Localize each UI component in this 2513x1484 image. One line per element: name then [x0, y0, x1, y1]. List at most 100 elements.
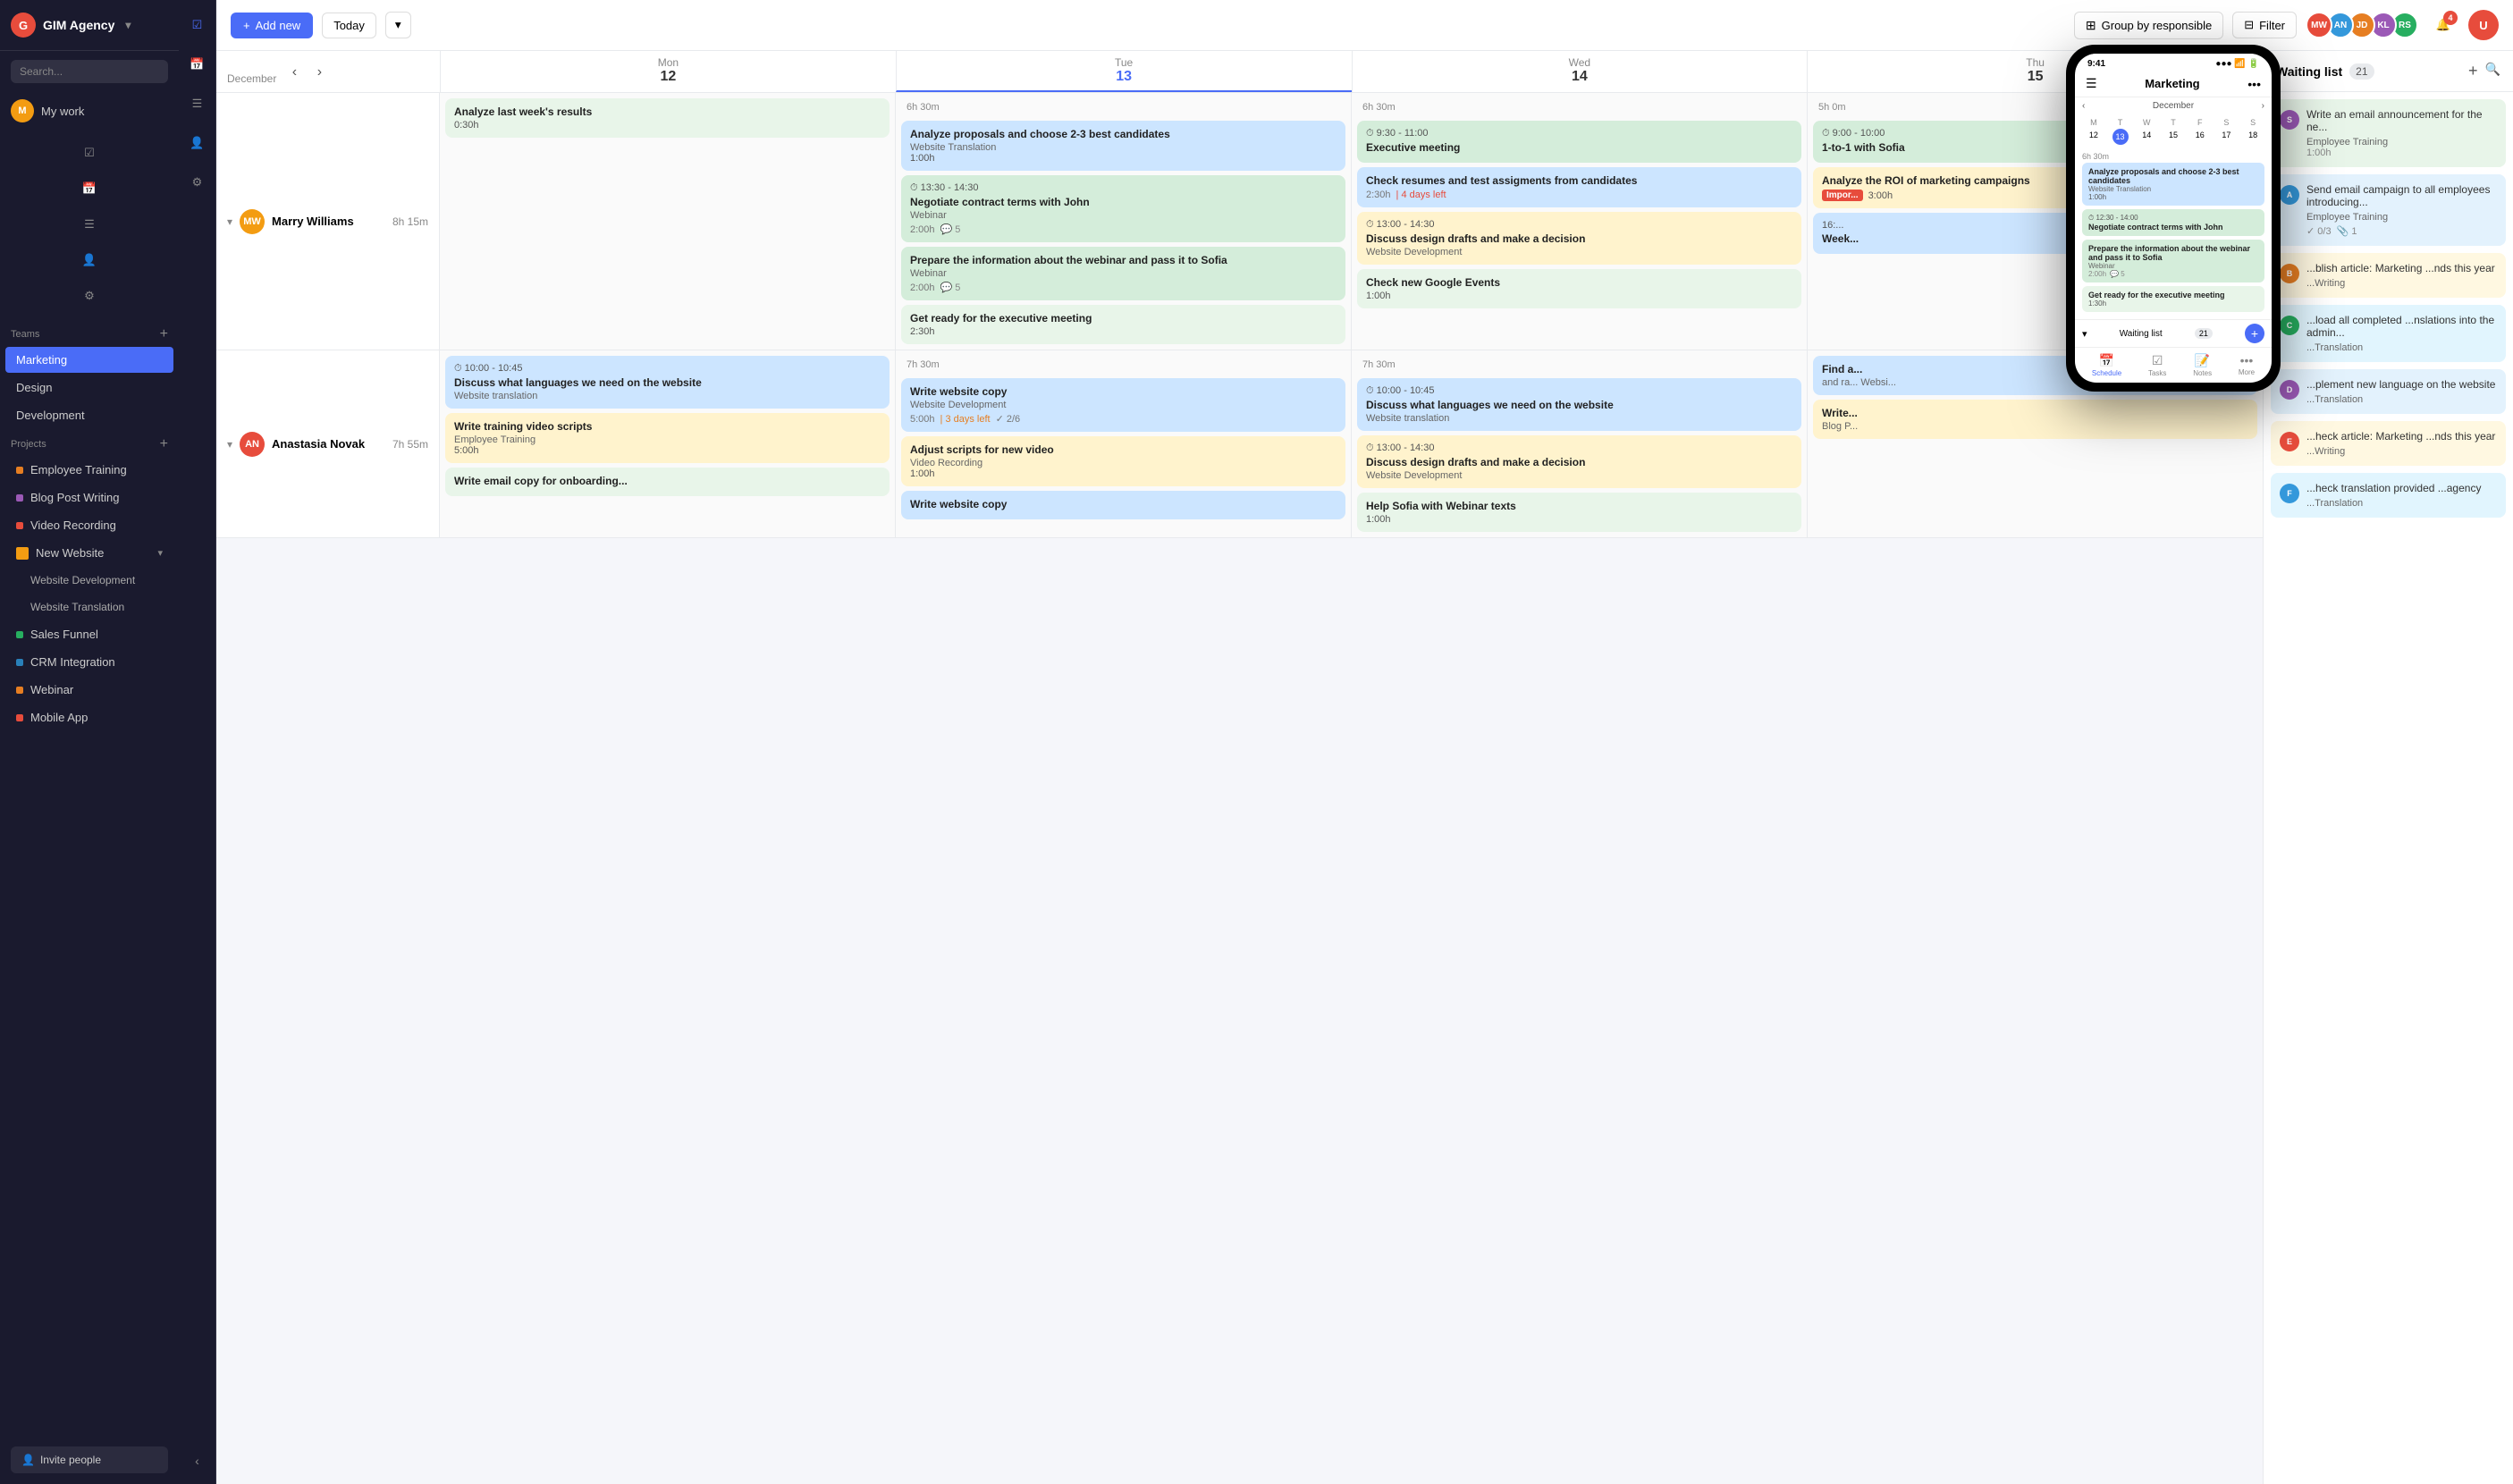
phone-add-btn[interactable]: + — [2245, 324, 2264, 343]
ph-date-17[interactable]: 17 — [2214, 129, 2240, 145]
checks-meta: ✓ 0/3 — [2306, 225, 2332, 237]
check-icon-btn[interactable]: ☑ — [72, 137, 107, 169]
add-new-button[interactable]: + Add new — [231, 13, 313, 38]
sidebar-item-design[interactable]: Design — [5, 375, 173, 401]
task-analyze-results[interactable]: Analyze last week's results 0:30h — [445, 98, 890, 138]
settings-icon-btn[interactable]: ⚙ — [72, 280, 107, 312]
marry-name: Marry Williams — [272, 215, 354, 228]
sidebar-item-new-website[interactable]: New Website ▾ — [5, 540, 173, 566]
sidebar-item-website-trans[interactable]: Website Translation — [5, 594, 173, 620]
phone-more-icon[interactable]: ••• — [2247, 77, 2261, 91]
task-negotiate[interactable]: ⏱ 13:30 - 14:30 Negotiate contract terms… — [901, 175, 1345, 242]
phone-cal-next[interactable]: › — [2262, 101, 2264, 111]
phone-nav-notes[interactable]: 📝 Notes — [2193, 353, 2212, 377]
task-write-training-scripts[interactable]: Write training video scripts Employee Tr… — [445, 413, 890, 463]
right-check-btn[interactable]: ☑ — [180, 9, 215, 41]
sidebar-item-mobile-app[interactable]: Mobile App — [5, 704, 173, 730]
task-executive-meeting[interactable]: ⏱ 9:30 - 11:00 Executive meeting — [1357, 121, 1801, 163]
phone-nav-schedule[interactable]: 📅 Schedule — [2092, 353, 2121, 377]
right-gear-btn[interactable]: ⚙ — [180, 166, 215, 198]
phone-task-4[interactable]: Get ready for the executive meeting 1:30… — [2082, 286, 2264, 312]
add-team-btn[interactable]: + — [160, 326, 168, 342]
task-write-email-copy[interactable]: Write email copy for onboarding... — [445, 468, 890, 496]
notification-button[interactable]: 🔔 4 — [2427, 9, 2459, 41]
right-cal-btn[interactable]: 📅 — [180, 48, 215, 80]
waiting-list-header: Waiting list 21 + 🔍 — [2264, 51, 2513, 92]
avatar-1[interactable]: MW — [2306, 12, 2332, 38]
right-list-btn[interactable]: ☰ — [180, 88, 215, 120]
group-by-button[interactable]: ⊞ Group by responsible — [2074, 12, 2223, 39]
waiting-card-7[interactable]: F ...heck translation provided ...agency… — [2271, 473, 2506, 518]
ph-date-13[interactable]: 13 — [2112, 129, 2129, 145]
task-adjust-scripts[interactable]: Adjust scripts for new video Video Recor… — [901, 436, 1345, 486]
cal-day-14: Wed 14 — [1352, 51, 1808, 92]
user-menu-button[interactable]: U — [2468, 10, 2499, 40]
task-write-website-copy[interactable]: Write website copy Website Development 5… — [901, 378, 1345, 432]
waiting-card-2[interactable]: A Send email campaign to all employees i… — [2271, 174, 2506, 246]
sidebar-item-marketing[interactable]: Marketing — [5, 347, 173, 373]
task-write-website-copy-2[interactable]: Write website copy — [901, 491, 1345, 519]
waiting-card-1[interactable]: S Write an email announcement for the ne… — [2271, 99, 2506, 167]
person-row-anastasia: ▾ AN Anastasia Novak 7h 55m ⏱ 10:00 - 10… — [216, 350, 2263, 538]
task-help-sofia[interactable]: Help Sofia with Webinar texts 1:00h — [1357, 493, 1801, 532]
anastasia-row-header[interactable]: ▾ AN Anastasia Novak 7h 55m — [216, 350, 440, 537]
sidebar-item-crm[interactable]: CRM Integration — [5, 649, 173, 675]
ph-date-12[interactable]: 12 — [2080, 129, 2107, 145]
person-icon-btn[interactable]: 👤 — [72, 244, 107, 276]
collapse-sidebar-btn[interactable]: ‹ — [180, 1445, 215, 1477]
phone-nav-tasks[interactable]: ☑ Tasks — [2148, 353, 2166, 377]
task-discuss-design[interactable]: ⏱ 13:00 - 14:30 Discuss design drafts an… — [1357, 212, 1801, 265]
today-button[interactable]: Today — [322, 13, 376, 38]
project-dot-wb — [16, 687, 23, 694]
invite-people-btn[interactable]: 👤 Invite people — [11, 1446, 168, 1473]
sidebar-item-website-dev[interactable]: Website Development — [5, 568, 173, 593]
waiting-search-icon[interactable]: 🔍 — [2485, 62, 2500, 80]
hamburger-icon[interactable]: ☰ — [2086, 76, 2097, 91]
phone-collapse-icon[interactable]: ▾ — [2082, 328, 2087, 340]
phone-task-2[interactable]: ⏱ 12:30 - 14:00 Negotiate contract terms… — [2082, 209, 2264, 236]
search-input[interactable] — [11, 60, 168, 83]
today-dropdown[interactable]: ▾ — [385, 12, 411, 38]
task-discuss-design-wed[interactable]: ⏱ 13:00 - 14:30 Discuss design drafts an… — [1357, 435, 1801, 488]
task-check-resumes[interactable]: Check resumes and test assigments from c… — [1357, 167, 1801, 207]
filter-button[interactable]: ⊟ Filter — [2232, 12, 2297, 38]
sidebar-item-webinar[interactable]: Webinar — [5, 677, 173, 703]
marry-row-header[interactable]: ▾ MW Marry Williams 8h 15m — [216, 93, 440, 350]
right-person-btn[interactable]: 👤 — [180, 127, 215, 159]
task-title: Adjust scripts for new video — [910, 443, 1337, 456]
tasks-icon: ☑ — [2152, 353, 2163, 368]
waiting-card-6[interactable]: E ...heck article: Marketing ...nds this… — [2271, 421, 2506, 466]
task-analyze-proposals[interactable]: Analyze proposals and choose 2-3 best ca… — [901, 121, 1345, 171]
phone-task-1[interactable]: Analyze proposals and choose 2-3 best ca… — [2082, 163, 2264, 206]
ph-date-18[interactable]: 18 — [2239, 129, 2266, 145]
task-write-partial[interactable]: Write... Blog P... — [1813, 400, 2257, 439]
ph-date-15[interactable]: 15 — [2160, 129, 2187, 145]
task-prepare-webinar[interactable]: Prepare the information about the webina… — [901, 247, 1345, 300]
cal-next-btn[interactable]: › — [307, 60, 332, 85]
add-project-btn[interactable]: + — [160, 436, 168, 452]
waiting-card-3[interactable]: B ...blish article: Marketing ...nds thi… — [2271, 253, 2506, 298]
ph-date-16[interactable]: 16 — [2187, 129, 2214, 145]
waiting-card-4[interactable]: C ...load all completed ...nslations int… — [2271, 305, 2506, 362]
calendar-icon-btn[interactable]: 📅 — [72, 173, 107, 205]
task-discuss-languages-wed[interactable]: ⏱ 10:00 - 10:45 Discuss what languages w… — [1357, 378, 1801, 431]
phone-task-3[interactable]: Prepare the information about the webina… — [2082, 240, 2264, 282]
app-logo[interactable]: G GIM Agency ▾ — [0, 0, 179, 51]
task-discuss-languages-mon[interactable]: ⏱ 10:00 - 10:45 Discuss what languages w… — [445, 356, 890, 409]
list-icon-btn[interactable]: ☰ — [72, 208, 107, 240]
phone-nav-more[interactable]: ••• More — [2239, 353, 2255, 377]
waiting-add-icon[interactable]: + — [2468, 62, 2478, 80]
waiting-card-5[interactable]: D ...plement new language on the website… — [2271, 369, 2506, 414]
sidebar-item-development[interactable]: Development — [5, 402, 173, 428]
task-check-google[interactable]: Check new Google Events 1:00h — [1357, 269, 1801, 308]
cal-prev-btn[interactable]: ‹ — [282, 60, 307, 85]
my-work-item[interactable]: M My work — [0, 92, 179, 130]
pt-dur: 1:00h — [2088, 193, 2258, 201]
task-get-ready[interactable]: Get ready for the executive meeting 2:30… — [901, 305, 1345, 344]
ph-date-14[interactable]: 14 — [2133, 129, 2160, 145]
phone-cal-prev[interactable]: ‹ — [2082, 101, 2085, 111]
sidebar-item-employee-training[interactable]: Employee Training — [5, 457, 173, 483]
sidebar-item-sales-funnel[interactable]: Sales Funnel — [5, 621, 173, 647]
sidebar-item-video-recording[interactable]: Video Recording — [5, 512, 173, 538]
sidebar-item-blog-post[interactable]: Blog Post Writing — [5, 485, 173, 510]
